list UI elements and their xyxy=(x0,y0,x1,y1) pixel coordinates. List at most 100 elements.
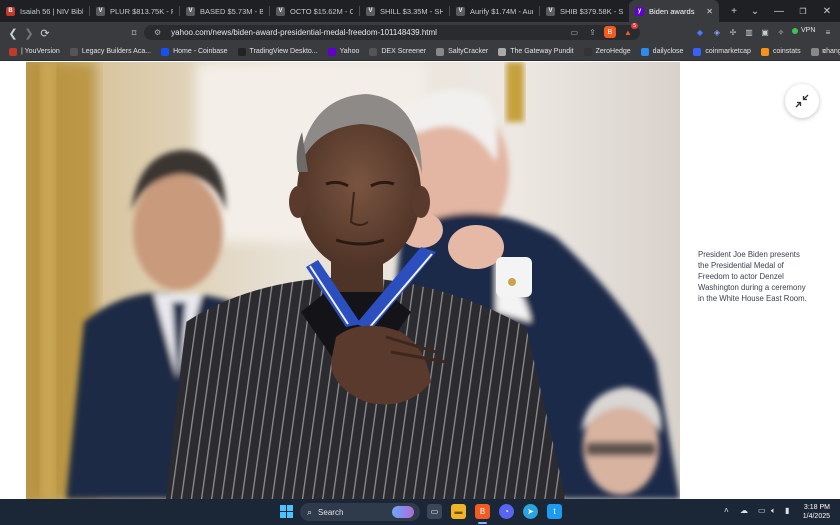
brave-rewards-icon[interactable]: ▲ 5 xyxy=(622,23,638,38)
twitter-icon[interactable]: t xyxy=(547,504,562,519)
close-window-button[interactable]: ✕ xyxy=(820,0,834,22)
bookmark-item[interactable]: DEX Screener xyxy=(364,47,431,56)
bookmark-label: | YouVersion xyxy=(21,48,60,55)
extension-icon-2[interactable]: ◈ xyxy=(711,26,723,38)
exit-fullscreen-button[interactable] xyxy=(785,84,819,118)
discord-icon[interactable]: ◔ xyxy=(499,504,514,519)
minimize-button[interactable]: — xyxy=(772,0,786,22)
telegram-icon[interactable]: ➤ xyxy=(523,504,538,519)
bookmark-favicon-icon xyxy=(693,47,702,56)
article-lightbox: President Joe Biden presents the Preside… xyxy=(0,62,840,499)
volume-icon[interactable]: 🔈︎ xyxy=(771,506,776,516)
brave-browser-icon[interactable]: B xyxy=(475,504,490,519)
tab-title: Isaiah 56 | NIV Bible | xyxy=(20,6,83,16)
tab-favicon-icon: V xyxy=(276,6,285,16)
task-view-icon[interactable]: ▭ xyxy=(427,504,442,519)
forward-button[interactable]: ❯ xyxy=(21,25,37,41)
system-clock[interactable]: 3:18 PM 1/4/2025 xyxy=(803,503,830,521)
tab-active[interactable]: y Biden awards Pr ✕ xyxy=(629,0,719,22)
bookmark-favicon-icon xyxy=(69,47,78,56)
bookmark-item[interactable]: Yahoo xyxy=(323,47,365,56)
vpn-button[interactable]: VPN xyxy=(792,27,815,34)
bookmark-item[interactable]: coinmarketcap xyxy=(688,47,756,56)
extensions-puzzle-icon[interactable]: ✢ xyxy=(727,26,739,38)
network-icon[interactable]: ▭ xyxy=(758,506,766,515)
tab-favicon-icon: V xyxy=(366,6,375,16)
tab-favicon-icon: V xyxy=(186,6,195,16)
tab-favicon-icon: V xyxy=(96,6,105,16)
close-tab-icon[interactable]: ✕ xyxy=(706,7,713,16)
bookmark-label: coinstats xyxy=(772,48,801,55)
windows-logo-icon xyxy=(280,505,293,518)
tab[interactable]: V SHILL $3.35M - SHIL xyxy=(360,0,449,22)
search-icon: ⌕ xyxy=(307,506,313,517)
bookmark-item[interactable]: Legacy Builders Aca... xyxy=(65,47,156,56)
menu-icon[interactable]: ≡ xyxy=(822,26,834,38)
bookmark-item[interactable]: | YouVersion xyxy=(4,47,65,56)
taskbar-search[interactable]: ⌕ Search xyxy=(300,503,420,521)
tab[interactable]: V OCTO $15.62M - Oc xyxy=(270,0,359,22)
tab-search-chevron-icon[interactable]: ⌄ xyxy=(749,0,761,22)
bookmark-item[interactable]: coinstats xyxy=(756,47,806,56)
restore-button[interactable]: ❐ xyxy=(796,0,810,22)
bookmark-item[interactable]: Home - Coinbase xyxy=(156,47,232,56)
extension-icon-1[interactable]: ◆ xyxy=(694,26,706,38)
active-app-indicator xyxy=(478,522,487,524)
share-icon[interactable]: ⇪ xyxy=(589,28,596,37)
back-button[interactable]: ❮ xyxy=(5,25,21,41)
brave-shields-icon[interactable]: B xyxy=(604,26,616,38)
tab-title: SHIB $379.58K - SHI xyxy=(560,6,623,16)
tab[interactable]: V PLUR $813.75K - Pea xyxy=(90,0,179,22)
bookmark-icon[interactable]: ⌑ xyxy=(126,25,142,41)
bookmark-item[interactable]: TradingView Deskto... xyxy=(233,47,323,56)
bookmark-label: Home - Coinbase xyxy=(173,48,228,55)
photo-illustration xyxy=(26,62,680,499)
address-bar[interactable]: ⚙ yahoo.com/news/biden-award-presidentia… xyxy=(144,25,640,40)
tab-title: OCTO $15.62M - Oc xyxy=(290,6,353,16)
url-text: yahoo.com/news/biden-award-presidential-… xyxy=(171,28,437,37)
bookmark-item[interactable]: SaltyCracker xyxy=(431,47,493,56)
bookmark-label: Legacy Builders Aca... xyxy=(81,48,152,55)
article-photo[interactable] xyxy=(26,62,680,499)
tab[interactable]: V BASED $5.73M - BAS xyxy=(180,0,269,22)
site-info-icon[interactable]: ⚙ xyxy=(154,28,161,37)
bookmark-label: SaltyCracker xyxy=(448,48,489,55)
clock-date: 1/4/2025 xyxy=(802,513,830,520)
bookmark-favicon-icon xyxy=(327,47,336,56)
bookmark-favicon-icon xyxy=(810,47,819,56)
bookmark-item[interactable]: ZeroHedge xyxy=(579,47,636,56)
battery-icon[interactable]: ▮ xyxy=(785,506,789,515)
tab[interactable]: B Isaiah 56 | NIV Bible | xyxy=(0,0,89,22)
bookmark-item[interactable]: dailyclose xyxy=(636,47,689,56)
tab-title: PLUR $813.75K - Pea xyxy=(110,6,173,16)
bookmark-favicon-icon xyxy=(161,47,170,56)
more-bookmarks-icon[interactable]: » xyxy=(822,46,826,55)
new-tab-button[interactable]: + xyxy=(723,0,745,22)
cloud-sync-icon[interactable]: ☁ xyxy=(740,506,748,515)
file-explorer-icon[interactable]: ▬ xyxy=(451,504,466,519)
tab-favicon-icon: V xyxy=(546,6,555,16)
sidebar-toggle-icon[interactable]: ▥ xyxy=(743,26,755,38)
show-hidden-icons-chevron-icon[interactable]: ˄ xyxy=(724,506,729,515)
windows-taskbar: ⌕ Search ▭ ▬ B ◔ ➤ t ˄ ☁ ▭ 🔈︎ ▮ 3:18 PM … xyxy=(0,499,840,525)
bookmark-item[interactable]: The Gateway Pundit xyxy=(493,47,578,56)
clock-time: 3:18 PM xyxy=(803,504,830,511)
collapse-arrows-icon xyxy=(795,94,809,108)
reload-button[interactable]: ⟳ xyxy=(37,25,53,41)
vpn-label: VPN xyxy=(801,27,816,34)
tab-strip: B Isaiah 56 | NIV Bible | V PLUR $813.75K -… xyxy=(0,0,840,22)
tab-favicon-icon: V xyxy=(456,6,465,16)
bookmark-label: TradingView Deskto... xyxy=(249,48,318,55)
bookmark-favicon-icon xyxy=(9,47,17,56)
cast-icon[interactable]: ▭ xyxy=(570,28,578,37)
leo-ai-icon[interactable]: ✧ xyxy=(775,26,787,38)
tab[interactable]: V SHIB $379.58K - SHI xyxy=(540,0,629,22)
tab[interactable]: V Aurify $1.74M - Auri xyxy=(450,0,539,22)
windows-start-icon[interactable] xyxy=(279,504,294,519)
wallet-icon[interactable]: ▣ xyxy=(759,26,771,38)
rewards-badge: 5 xyxy=(631,23,638,29)
tab-favicon-icon: y xyxy=(635,6,644,16)
bookmarks-bar: | YouVersion Legacy Builders Aca... Home -… xyxy=(0,43,840,61)
bookmark-label: coinmarketcap xyxy=(705,48,751,55)
tab-title: BASED $5.73M - BAS xyxy=(200,6,263,16)
